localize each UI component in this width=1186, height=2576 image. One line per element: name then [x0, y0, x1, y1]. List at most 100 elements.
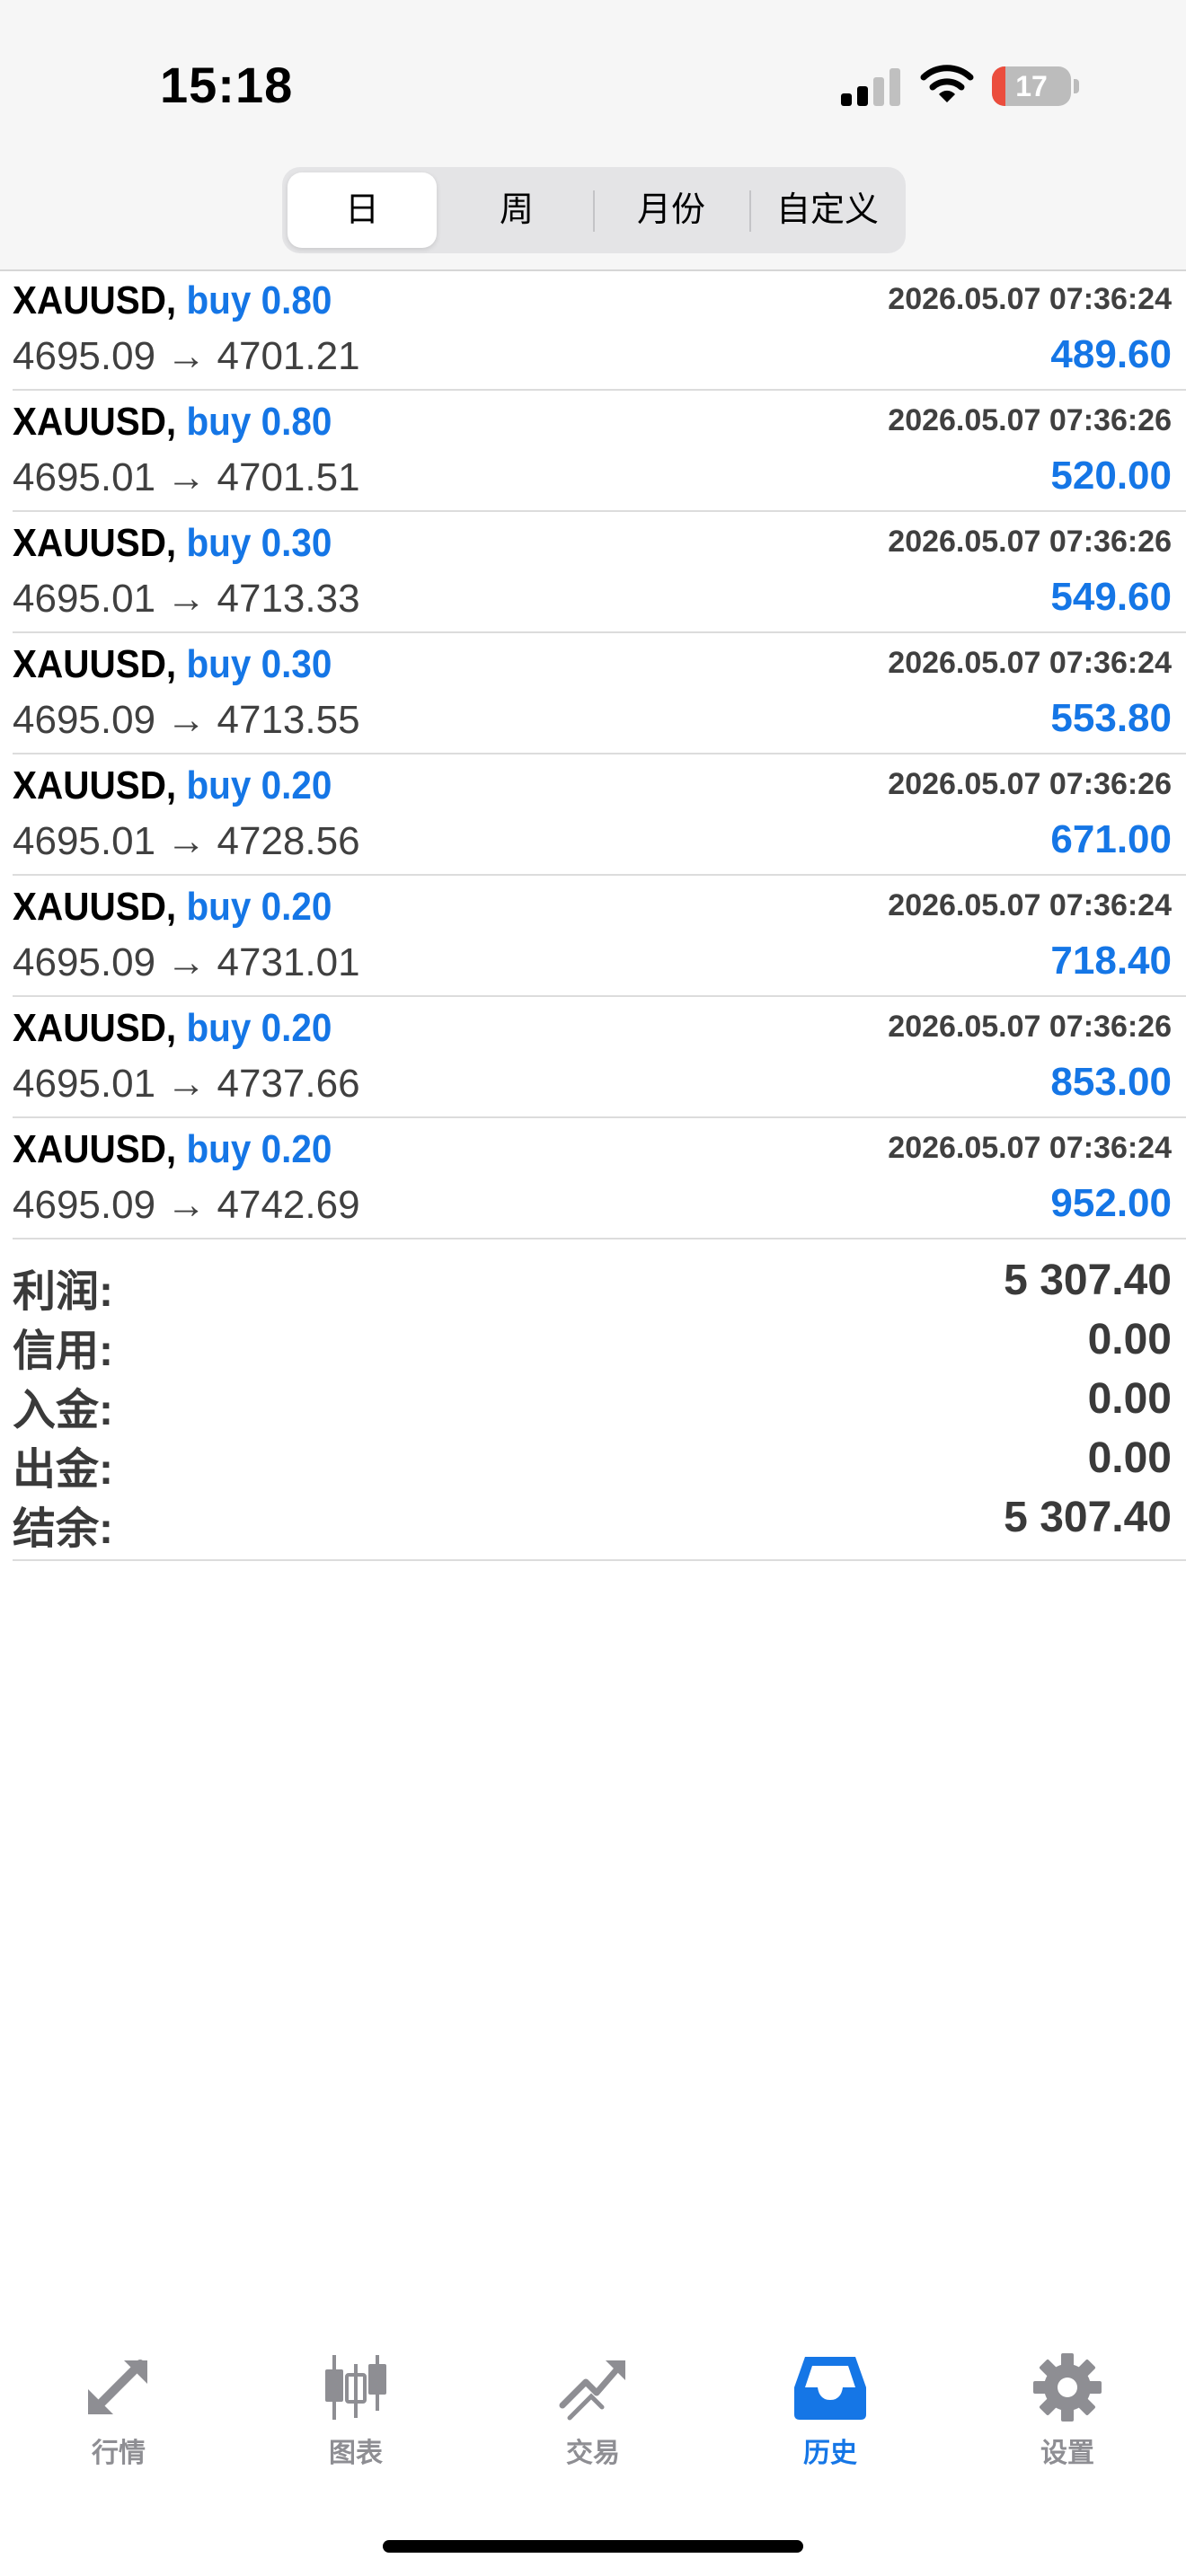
- tab-settings[interactable]: 设置: [978, 2353, 1157, 2506]
- status-time: 15:18: [160, 57, 294, 113]
- tab-chart[interactable]: 图表: [266, 2353, 446, 2506]
- deal-title: XAUUSD, buy 0.80: [13, 400, 332, 445]
- candlestick-chart-icon: [325, 2355, 386, 2420]
- tab-day[interactable]: 日: [288, 172, 437, 248]
- deal-row[interactable]: XAUUSD, buy 0.20 2026.05.07 07:36:26 469…: [0, 999, 1186, 1118]
- history-inbox-icon: [794, 2357, 866, 2420]
- deal-symbol: XAUUSD,: [13, 642, 177, 686]
- deal-prices: 4695.01 → 4701.51: [13, 455, 360, 499]
- deal-symbol: XAUUSD,: [13, 1006, 177, 1050]
- deal-profit: 671.00: [1050, 817, 1172, 861]
- battery-level: 17: [1015, 70, 1048, 102]
- tab-label: 行情: [92, 2439, 146, 2468]
- deal-symbol: XAUUSD,: [13, 1127, 177, 1171]
- gear-icon: [1033, 2353, 1102, 2422]
- deal-prices: 4695.09 → 4701.21: [13, 334, 360, 378]
- tab-custom[interactable]: 自定义: [753, 172, 902, 248]
- segment-divider: [593, 190, 595, 232]
- row-divider: [13, 874, 1186, 876]
- tab-month[interactable]: 月份: [597, 172, 746, 248]
- deal-row[interactable]: XAUUSD, buy 0.80 2026.05.07 07:36:24 469…: [0, 271, 1186, 391]
- deal-profit: 952.00: [1050, 1181, 1172, 1225]
- deal-profit: 520.00: [1050, 454, 1172, 498]
- deal-symbol: XAUUSD,: [13, 521, 177, 565]
- summary-label: 结余:: [13, 1505, 113, 1553]
- deal-time: 2026.05.07 07:36:24: [888, 282, 1172, 316]
- tab-label: 设置: [1040, 2439, 1094, 2468]
- deal-row[interactable]: XAUUSD, buy 0.20 2026.05.07 07:36:26 469…: [0, 756, 1186, 876]
- tab-label: 图表: [329, 2439, 383, 2468]
- battery-icon: 17: [992, 66, 1071, 106]
- deal-time: 2026.05.07 07:36:26: [888, 403, 1172, 437]
- deal-prices: 4695.09 → 4742.69: [13, 1183, 360, 1227]
- deal-profit: 853.00: [1050, 1060, 1172, 1104]
- deal-row[interactable]: XAUUSD, buy 0.20 2026.05.07 07:36:24 469…: [0, 878, 1186, 997]
- summary-value: 5 307.40: [1004, 1494, 1172, 1541]
- deal-time: 2026.05.07 07:36:26: [888, 1010, 1172, 1044]
- summary-withdrawal: 出金: 0.00: [0, 1428, 1186, 1494]
- summary-balance: 结余: 5 307.40: [0, 1487, 1186, 1553]
- row-divider: [13, 510, 1186, 512]
- summary-profit: 利润: 5 307.40: [0, 1250, 1186, 1316]
- deal-row[interactable]: XAUUSD, buy 0.80 2026.05.07 07:36:26 469…: [0, 393, 1186, 512]
- summary-value: 0.00: [1087, 1434, 1172, 1482]
- deal-side-volume: buy 0.20: [186, 885, 332, 929]
- quotes-arrows-icon: [88, 2360, 147, 2414]
- deal-side-volume: buy 0.20: [186, 763, 332, 807]
- row-divider: [13, 753, 1186, 754]
- deal-row[interactable]: XAUUSD, buy 0.20 2026.05.07 07:36:24 469…: [0, 1120, 1186, 1239]
- deal-time: 2026.05.07 07:36:24: [888, 1131, 1172, 1165]
- tab-week[interactable]: 周: [442, 172, 591, 248]
- tab-quotes[interactable]: 行情: [29, 2353, 208, 2506]
- segment-divider: [749, 190, 751, 232]
- tab-label: 交易: [566, 2439, 620, 2468]
- deal-prices: 4695.09 → 4713.55: [13, 698, 360, 742]
- summary-value: 0.00: [1087, 1316, 1172, 1363]
- deal-symbol: XAUUSD,: [13, 400, 177, 444]
- summary-value: 5 307.40: [1004, 1257, 1172, 1304]
- deal-symbol: XAUUSD,: [13, 763, 177, 807]
- deal-row[interactable]: XAUUSD, buy 0.30 2026.05.07 07:36:24 469…: [0, 635, 1186, 754]
- battery-cap: [1074, 79, 1079, 93]
- deal-row[interactable]: XAUUSD, buy 0.30 2026.05.07 07:36:26 469…: [0, 514, 1186, 633]
- row-divider: [13, 389, 1186, 391]
- deal-side-volume: buy 0.80: [186, 400, 332, 444]
- header: 15:18 17 日 周 月份 自定义: [0, 0, 1186, 269]
- deal-prices: 4695.01 → 4728.56: [13, 819, 360, 863]
- row-divider: [13, 631, 1186, 633]
- row-divider: [13, 1238, 1186, 1239]
- tab-label: 历史: [803, 2439, 857, 2468]
- wifi-icon: [920, 65, 974, 102]
- summary-credit: 信用: 0.00: [0, 1310, 1186, 1375]
- deal-title: XAUUSD, buy 0.20: [13, 1127, 332, 1172]
- home-indicator: [383, 2540, 803, 2553]
- deal-title: XAUUSD, buy 0.20: [13, 763, 332, 808]
- cellular-signal-icon: [841, 66, 902, 106]
- deal-profit: 549.60: [1050, 575, 1172, 619]
- deal-side-volume: buy 0.80: [186, 278, 332, 322]
- deal-title: XAUUSD, buy 0.30: [13, 521, 332, 566]
- deal-profit: 489.60: [1050, 332, 1172, 376]
- deal-profit: 718.40: [1050, 939, 1172, 983]
- deal-symbol: XAUUSD,: [13, 885, 177, 929]
- deal-time: 2026.05.07 07:36:24: [888, 888, 1172, 922]
- deal-title: XAUUSD, buy 0.20: [13, 885, 332, 930]
- deal-symbol: XAUUSD,: [13, 278, 177, 322]
- deal-profit: 553.80: [1050, 696, 1172, 740]
- deal-prices: 4695.01 → 4713.33: [13, 577, 360, 621]
- period-segmented-control: 日 周 月份 自定义: [282, 167, 906, 253]
- deal-prices: 4695.09 → 4731.01: [13, 940, 360, 984]
- trade-trend-icon: [559, 2360, 625, 2421]
- row-divider: [13, 995, 1186, 997]
- tab-trade[interactable]: 交易: [503, 2353, 683, 2506]
- tab-history[interactable]: 历史: [740, 2353, 920, 2506]
- summary-deposit: 入金: 0.00: [0, 1369, 1186, 1434]
- row-divider: [13, 1116, 1186, 1118]
- deal-time: 2026.05.07 07:36:26: [888, 525, 1172, 559]
- deal-side-volume: buy 0.30: [186, 521, 332, 565]
- summary-divider: [13, 1559, 1186, 1561]
- deal-side-volume: buy 0.20: [186, 1006, 332, 1050]
- deal-prices: 4695.01 → 4737.66: [13, 1062, 360, 1106]
- deal-time: 2026.05.07 07:36:24: [888, 646, 1172, 680]
- deal-side-volume: buy 0.30: [186, 642, 332, 686]
